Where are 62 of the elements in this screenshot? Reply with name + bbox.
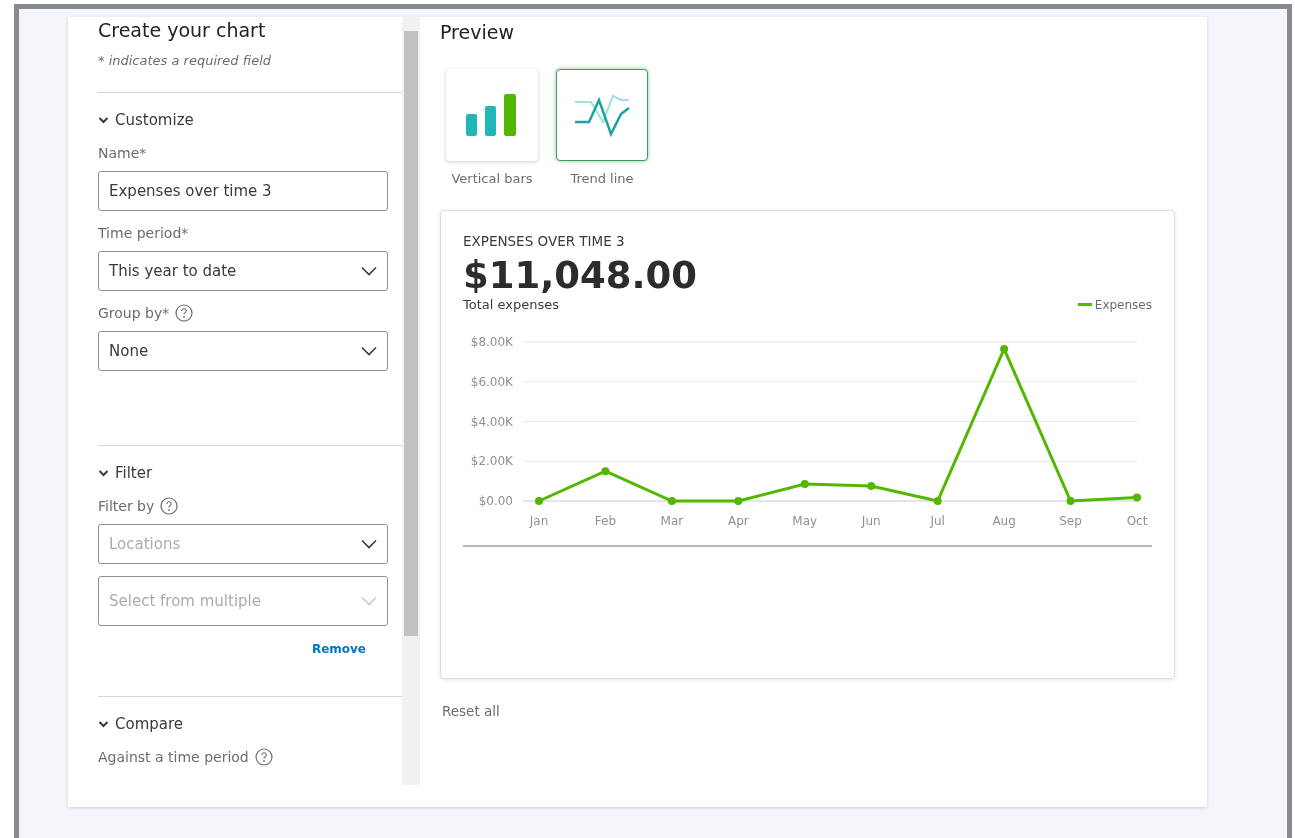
- help-icon[interactable]: [160, 497, 179, 515]
- y-tick-label: $0.00: [478, 494, 513, 508]
- name-field[interactable]: Expenses over time 3: [98, 171, 388, 211]
- field-label: Group by*: [98, 305, 170, 321]
- x-tick-label: May: [792, 514, 818, 528]
- y-tick-label: $8.00K: [470, 335, 513, 349]
- chart-title: EXPENSES OVER TIME 3: [463, 233, 626, 249]
- reset-link[interactable]: Reset all: [442, 703, 1180, 719]
- caret-icon: [361, 539, 377, 549]
- chart-type-label: Vertical bars: [451, 171, 533, 186]
- x-tick-label: Jan: [529, 514, 549, 528]
- data-point: [535, 497, 543, 505]
- field-label: Name*: [98, 145, 147, 161]
- scrollbar[interactable]: [402, 17, 420, 785]
- data-point: [867, 482, 876, 491]
- data-point: [800, 480, 809, 489]
- y-tick-label: $4.00K: [470, 414, 513, 429]
- data-point: [667, 497, 676, 505]
- legend-label: Expenses: [1094, 297, 1152, 312]
- select-field[interactable]: This year to date: [98, 251, 388, 291]
- x-tick-label: Jun: [861, 514, 881, 528]
- data-point: [1066, 497, 1075, 505]
- x-tick-label: Mar: [660, 514, 684, 528]
- x-tick-label: Oct: [1126, 514, 1148, 528]
- total-amount: $11,048.00: [463, 255, 699, 297]
- chart-type-label: Trend line: [570, 171, 634, 186]
- x-tick-label: Aug: [992, 514, 1016, 528]
- data-point: [1133, 493, 1141, 502]
- y-tick-label: $6.00K: [470, 374, 513, 389]
- data-point: [1000, 344, 1009, 353]
- caret-icon: [361, 596, 377, 606]
- data-point: [933, 497, 942, 505]
- bar-chart-icon: [466, 94, 518, 136]
- x-tick-label: Feb: [594, 514, 617, 528]
- caret-icon: [361, 346, 377, 356]
- preview-title: Preview: [440, 21, 515, 45]
- chart-subtitle: Total expenses: [463, 297, 559, 312]
- chevron-icon[interactable]: [98, 720, 109, 728]
- section-title[interactable]: Customize: [115, 111, 194, 129]
- data-point: [601, 467, 610, 476]
- field-label: Filter by: [98, 498, 155, 514]
- x-tick-label: Jul: [930, 514, 945, 528]
- chevron-icon[interactable]: [98, 116, 109, 124]
- section-title[interactable]: Filter: [115, 464, 153, 482]
- y-tick-label: $2.00K: [470, 454, 513, 469]
- caret-icon: [361, 266, 377, 276]
- x-tick-label: Sep: [1059, 514, 1082, 528]
- legend-swatch: [1077, 303, 1092, 306]
- line-chart-icon: [573, 92, 631, 138]
- remove-link[interactable]: Remove: [98, 642, 366, 656]
- section-title[interactable]: Compare: [115, 715, 184, 733]
- data-point: [734, 497, 743, 505]
- panel-title: Create your chart: [98, 19, 267, 43]
- required-note: * indicates a required field: [98, 53, 272, 68]
- x-tick-label: Apr: [727, 514, 749, 528]
- chart-type-button[interactable]: [556, 69, 648, 161]
- field-label: Time period*: [98, 225, 189, 241]
- field-label: Against a time period: [98, 749, 249, 765]
- chevron-icon[interactable]: [98, 469, 109, 477]
- select-field[interactable]: None: [98, 331, 388, 371]
- help-icon[interactable]: [254, 748, 273, 766]
- help-icon[interactable]: [175, 304, 194, 322]
